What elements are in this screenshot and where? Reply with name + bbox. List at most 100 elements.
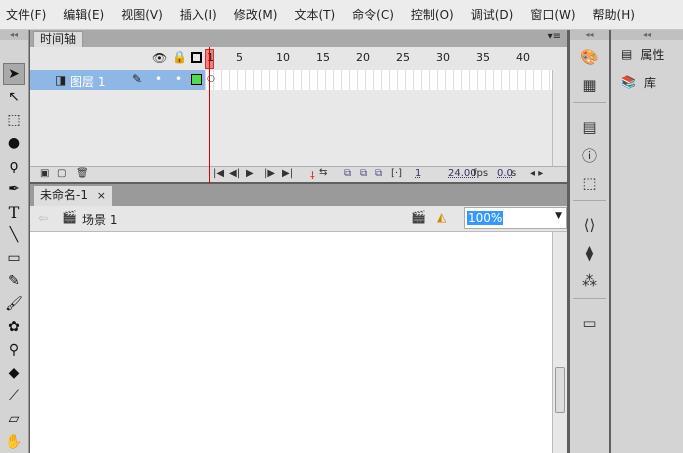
timeline-scrollbar[interactable] — [552, 70, 567, 166]
panel-dock-icons: ◂◂ 🎨 ▦ ▤ ⓘ ⬚ ⟨⟩ ⧫ ⁂ ▭ — [570, 30, 609, 453]
line-tool-icon[interactable]: ╲ — [3, 224, 25, 246]
menu-text[interactable]: 文本(T) — [294, 6, 335, 23]
menu-file[interactable]: 文件(F) — [6, 6, 46, 23]
motion-presets-icon[interactable]: ⁂ — [579, 270, 601, 292]
collapse-icon[interactable]: ◂◂ — [611, 30, 683, 40]
center-frame-icon[interactable]: ⸸ — [310, 168, 315, 182]
last-frame-icon[interactable]: ▶| — [282, 168, 293, 179]
timeline-panel: 时间轴 ▾≡ 👁 🔒 1 5 10 15 20 25 30 35 40 ◨ 图层 1 ✎ • •… — [30, 30, 567, 183]
3d-rotation-tool-icon[interactable]: ● — [3, 132, 25, 154]
project-icon[interactable]: ▭ — [579, 312, 601, 334]
scene-name[interactable]: 场景 1 — [82, 211, 117, 228]
frame-grid[interactable]: ○ — [206, 70, 552, 90]
align-icon[interactable]: ▤ — [579, 116, 601, 138]
tab-timeline[interactable]: 时间轴 — [33, 31, 84, 47]
stage[interactable] — [30, 232, 552, 453]
eyedropper-tool-icon[interactable]: ⟋ — [3, 385, 25, 407]
deco-tool-icon[interactable]: ✿ — [3, 316, 25, 338]
panel-menu-icon[interactable]: ▾≡ — [548, 31, 561, 42]
frame-number: 40 — [516, 51, 530, 64]
menu-window[interactable]: 窗口(W) — [530, 6, 575, 23]
close-icon[interactable]: × — [97, 189, 106, 202]
lock-dot[interactable]: • — [175, 72, 182, 86]
edit-multiple-icon[interactable]: ⧉ — [375, 168, 382, 179]
new-layer-icon[interactable]: ▣ — [40, 168, 49, 179]
swatches-icon[interactable]: ▦ — [579, 74, 601, 96]
properties-panel-button[interactable]: ▤ 属性 — [611, 40, 683, 68]
menu-edit[interactable]: 编辑(E) — [63, 6, 104, 23]
pen-tool-icon[interactable]: ✒ — [3, 178, 25, 200]
onion-markers-icon[interactable]: [·] — [391, 168, 402, 179]
text-tool-icon[interactable]: T — [3, 201, 25, 223]
delete-icon[interactable]: 🗑 — [76, 168, 89, 179]
edit-symbols-icon[interactable]: ◭ — [437, 210, 446, 224]
frame-number: 10 — [276, 51, 290, 64]
play-icon[interactable]: ▶ — [246, 168, 254, 179]
frame-number: 20 — [356, 51, 370, 64]
next-frame-icon[interactable]: |▶ — [264, 168, 275, 179]
scrollbar-thumb[interactable] — [555, 367, 565, 413]
frame-number: 25 — [396, 51, 410, 64]
color-icon[interactable]: 🎨 — [579, 46, 601, 68]
visibility-dot[interactable]: • — [155, 72, 162, 86]
document-window: 未命名-1 × ⇦ 🎬 场景 1 🎬 ◭ 100% ▼ — [30, 184, 567, 453]
frame-number: 5 — [236, 51, 243, 64]
menu-debug[interactable]: 调试(D) — [471, 6, 514, 23]
onion-outline-icon[interactable]: ⧉ — [360, 168, 367, 179]
first-frame-icon[interactable]: |◀ — [213, 168, 224, 179]
edit-scene-icon[interactable]: 🎬 — [411, 210, 426, 224]
selection-tool-icon[interactable]: ➤ — [3, 63, 25, 85]
brush-tool-icon[interactable]: 🖌 — [3, 293, 25, 315]
frame-number: 15 — [316, 51, 330, 64]
current-frame[interactable]: 1 — [415, 168, 421, 179]
transform-icon[interactable]: ⬚ — [579, 172, 601, 194]
subselection-tool-icon[interactable]: ↖ — [3, 86, 25, 108]
eye-icon[interactable]: 👁 — [152, 51, 167, 65]
paint-bucket-tool-icon[interactable]: ◆ — [3, 362, 25, 384]
document-tab[interactable]: 未命名-1 × — [33, 185, 114, 206]
menu-insert[interactable]: 插入(I) — [180, 6, 217, 23]
onion-skin-icon[interactable]: ⧉ — [344, 168, 351, 179]
back-arrow-icon[interactable]: ⇦ — [38, 211, 48, 225]
scene-icon: 🎬 — [62, 210, 77, 224]
library-panel-button[interactable]: 📚 库 — [611, 68, 683, 96]
menu-bar: 文件(F) 编辑(E) 视图(V) 插入(I) 修改(M) 文本(T) 命令(C… — [0, 0, 683, 30]
prev-frame-icon[interactable]: ◀| — [229, 168, 240, 179]
menu-commands[interactable]: 命令(C) — [352, 6, 394, 23]
layer-color-swatch[interactable] — [191, 74, 202, 85]
h-scroll-arrows[interactable]: ◂ ▸ — [530, 168, 543, 179]
lock-icon[interactable]: 🔒 — [172, 50, 187, 64]
zoom-value: 100% — [467, 211, 504, 225]
free-transform-tool-icon[interactable]: ⬚ — [3, 109, 25, 131]
menu-control[interactable]: 控制(O) — [411, 6, 454, 23]
pencil-icon: ✎ — [132, 72, 143, 86]
info-icon[interactable]: ⓘ — [579, 144, 601, 166]
rectangle-tool-icon[interactable]: ▭ — [3, 247, 25, 269]
menu-help[interactable]: 帮助(H) — [593, 6, 635, 23]
timeline-empty-area — [30, 90, 552, 166]
components-icon[interactable]: ⧫ — [579, 242, 601, 264]
library-icon: 📚 — [621, 75, 636, 89]
properties-label: 属性 — [640, 47, 665, 62]
tools-panel: ◂◂ ➤ ↖ ⬚ ● ϙ ✒ T ╲ ▭ ✎ 🖌 ✿ ⚲ ◆ ⟋ ▱ ✋ — [0, 30, 29, 453]
timeline-controls: ▣ ▢ 🗑 |◀ ◀| ▶ |▶ ▶| ⸸ ⇆ ⧉ ⧉ ⧉ [·] 1 24.0… — [30, 166, 567, 182]
menu-modify[interactable]: 修改(M) — [234, 6, 278, 23]
timeline-tabbar: 时间轴 ▾≡ — [30, 30, 567, 47]
menu-view[interactable]: 视图(V) — [121, 6, 163, 23]
collapse-icon[interactable]: ◂◂ — [570, 30, 609, 40]
layer-row[interactable]: ◨ 图层 1 ✎ • • — [30, 70, 205, 90]
actions-icon[interactable]: ⟨⟩ — [579, 214, 601, 236]
new-folder-icon[interactable]: ▢ — [57, 168, 66, 179]
outline-icon[interactable] — [191, 52, 202, 63]
lasso-tool-icon[interactable]: ϙ — [3, 155, 25, 177]
layer-name[interactable]: 图层 1 — [70, 73, 105, 90]
eraser-tool-icon[interactable]: ▱ — [3, 408, 25, 430]
stage-scrollbar[interactable] — [552, 232, 567, 453]
pencil-tool-icon[interactable]: ✎ — [3, 270, 25, 292]
bone-tool-icon[interactable]: ⚲ — [3, 339, 25, 361]
collapse-icon[interactable]: ◂◂ — [0, 30, 28, 40]
loop-icon[interactable]: ⇆ — [319, 167, 327, 178]
hand-tool-icon[interactable]: ✋ — [3, 431, 25, 453]
zoom-select[interactable]: 100% ▼ — [464, 207, 567, 229]
layer-icon: ◨ — [55, 73, 67, 87]
